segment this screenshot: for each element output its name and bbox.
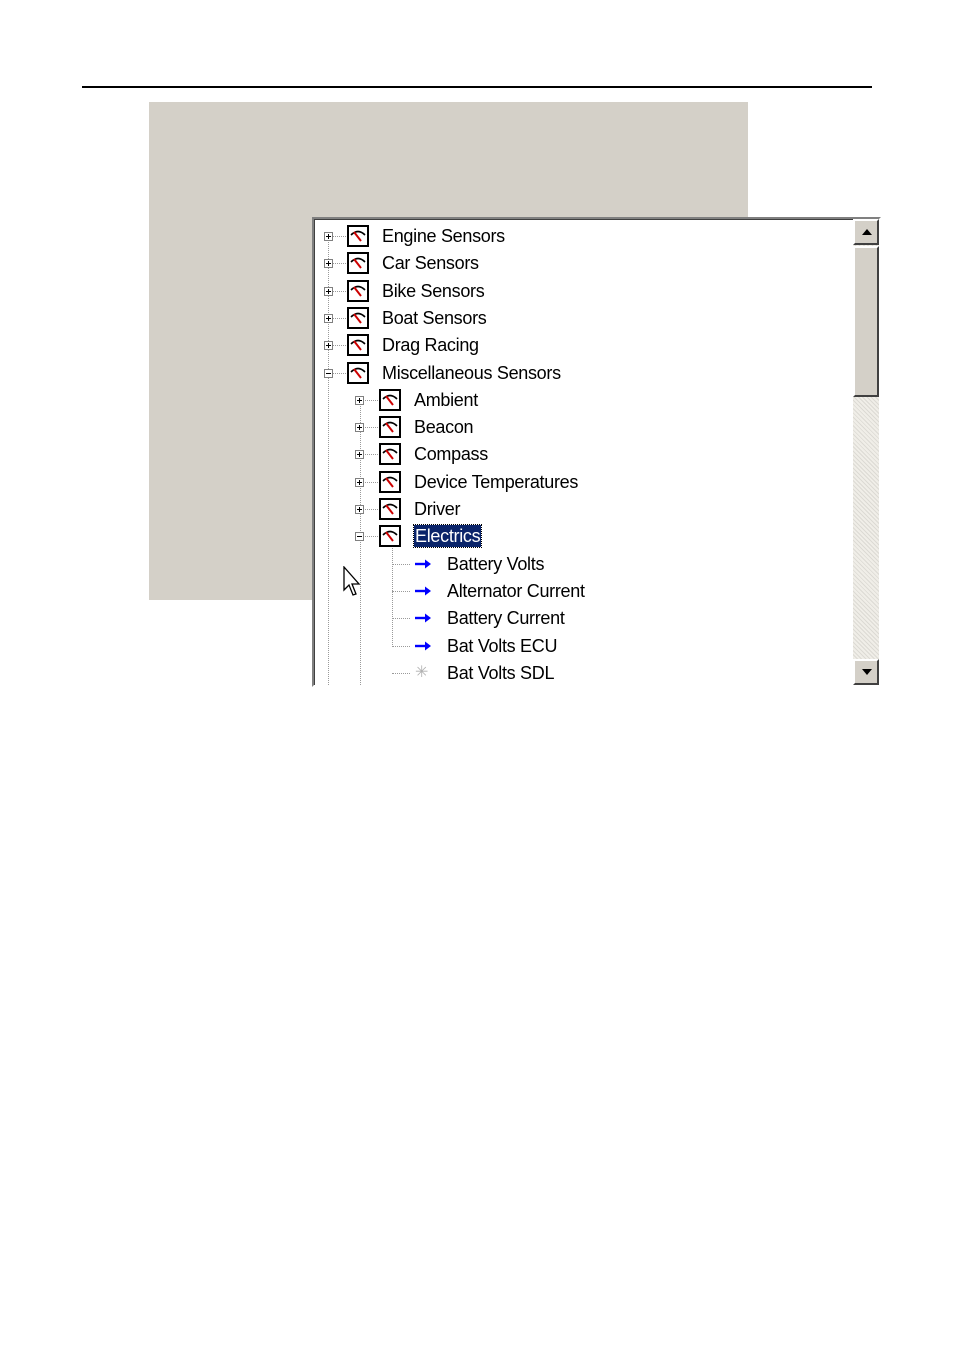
tree-connector [392, 645, 410, 647]
tree-node-label[interactable]: Boat Sensors [382, 307, 487, 329]
tree-node-label[interactable]: Engine Sensors [382, 225, 505, 247]
tree-node-label[interactable]: Car Sensors [382, 252, 479, 274]
expand-toggle[interactable] [324, 341, 333, 351]
sensor-tree-view[interactable]: Engine Sensors Car Sensors Bike Sensors Boa… [312, 217, 881, 687]
collapse-toggle[interactable] [355, 532, 364, 542]
gauge-icon [379, 470, 401, 493]
gauge-icon [379, 498, 401, 520]
tree-node-label[interactable]: Compass [414, 443, 488, 465]
tree-node-label[interactable]: Ambient [414, 389, 478, 411]
scroll-down-button[interactable] [853, 659, 879, 685]
expand-toggle[interactable] [355, 450, 364, 460]
expand-toggle[interactable] [324, 286, 333, 296]
blue-arrow-icon [415, 559, 431, 569]
blue-arrow-icon [415, 586, 431, 596]
expand-toggle[interactable] [324, 313, 333, 323]
gauge-icon [347, 306, 369, 329]
vertical-scrollbar[interactable] [853, 219, 879, 685]
gauge-icon [379, 443, 401, 466]
gauge-icon [379, 416, 401, 439]
down-arrow-icon [862, 669, 872, 675]
tree-node-label[interactable]: Device Temperatures [414, 471, 578, 493]
tree-node-label[interactable]: Bike Sensors [382, 280, 485, 302]
collapse-toggle[interactable] [324, 368, 333, 378]
scroll-up-button[interactable] [853, 219, 879, 245]
blue-arrow-icon [415, 613, 431, 623]
top-rule [82, 86, 872, 88]
gauge-icon [347, 252, 369, 275]
gauge-icon [347, 334, 369, 357]
scroll-thumb[interactable] [853, 246, 879, 397]
tree-node-label[interactable]: Miscellaneous Sensors [382, 362, 561, 384]
tree-guide-line [392, 545, 393, 646]
gauge-icon [379, 388, 401, 411]
blue-arrow-icon [415, 641, 431, 650]
expand-toggle[interactable] [355, 477, 364, 487]
tree-node-label[interactable]: Driver [414, 498, 461, 520]
gauge-icon [347, 279, 369, 302]
gray-asterisk-icon: ✳ [415, 663, 429, 681]
tree-node-label[interactable]: Beacon [414, 416, 474, 438]
tree-guide-line [360, 399, 361, 685]
tree-node-label[interactable]: Bat Volts SDL [447, 662, 554, 684]
tree-connector [392, 590, 410, 592]
tree-node-label[interactable]: Battery Volts [447, 553, 544, 575]
tree-node-label[interactable]: Bat Volts ECU [447, 635, 557, 657]
gauge-icon [347, 225, 369, 247]
tree-connector [392, 563, 410, 565]
tree-node-label[interactable]: Battery Current [447, 607, 565, 629]
gauge-icon [379, 525, 401, 548]
mouse-cursor-icon [343, 566, 361, 596]
expand-toggle[interactable] [324, 232, 333, 241]
tree-node-label[interactable]: Alternator Current [447, 580, 585, 602]
up-arrow-icon [862, 229, 872, 235]
expand-toggle[interactable] [324, 259, 333, 269]
dialog-panel: Engine Sensors Car Sensors Bike Sensors Boa… [149, 102, 881, 687]
tree-connector [392, 672, 410, 674]
expand-toggle[interactable] [355, 505, 364, 514]
tree-node-label[interactable]: Electrics [412, 524, 483, 549]
gauge-icon [347, 361, 369, 384]
tree-connector [392, 618, 410, 620]
expand-toggle[interactable] [355, 423, 364, 433]
tree-guide-line [328, 236, 329, 685]
tree-node-label[interactable]: Drag Racing [382, 334, 479, 356]
expand-toggle[interactable] [355, 395, 364, 405]
